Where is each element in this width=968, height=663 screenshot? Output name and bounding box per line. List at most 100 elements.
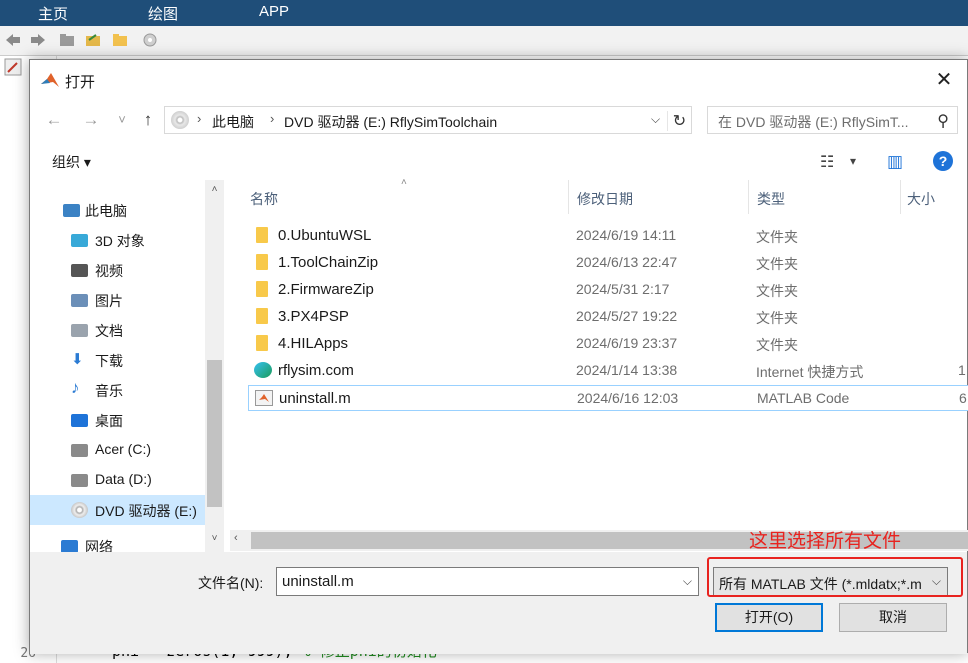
command-bar: 组织 ▾ ☷ ▾ ▥ ? <box>30 142 967 180</box>
desktop-icon <box>71 414 88 427</box>
sidebar-item-[interactable]: 文档 <box>30 315 223 345</box>
sidebar-item-[interactable]: 桌面 <box>30 405 223 435</box>
folder-icon <box>256 308 268 324</box>
scroll-left-icon[interactable]: ‹ <box>234 532 238 544</box>
folder-icon <box>256 281 268 297</box>
navigation-pane-scrollbar[interactable]: ˄ ˅ <box>205 180 224 552</box>
file-name: 3.PX4PSP <box>278 308 349 325</box>
edit-pencil-icon[interactable] <box>4 58 22 76</box>
column-header-name[interactable]: 名称 ˄ <box>230 177 569 214</box>
cancel-button[interactable]: 取消 <box>839 603 947 632</box>
sidebar-item-label: 图片 <box>95 293 123 309</box>
sidebar-item-[interactable]: 视频 <box>30 255 223 285</box>
address-dropdown-icon[interactable]: ⌵ <box>651 112 667 127</box>
organize-button[interactable]: 组织 ▾ <box>52 152 91 172</box>
forward-arrow-icon[interactable] <box>29 31 47 49</box>
search-icon[interactable]: ⚲ <box>937 111 949 131</box>
chevron-down-icon[interactable]: ⌵ <box>683 574 692 589</box>
file-list: 名称 ˄ 修改日期 类型 大小 0.UbuntuWSL 2024/6/19 14:… <box>230 177 968 531</box>
file-name: rflysim.com <box>278 362 354 379</box>
column-header-date[interactable]: 修改日期 <box>569 180 749 214</box>
close-icon[interactable]: ✕ <box>921 60 967 100</box>
sidebar-item-3d[interactable]: 3D 对象 <box>30 225 223 255</box>
computer-icon <box>63 204 80 217</box>
breadcrumb-this-pc[interactable]: 此电脑 <box>212 112 254 132</box>
filename-field[interactable]: uninstall.m ⌵ <box>276 567 699 596</box>
matlab-file-icon <box>255 390 273 406</box>
refresh-icon[interactable]: ↻ <box>667 111 691 131</box>
file-row[interactable]: 0.UbuntuWSL 2024/6/19 14:11 文件夹 <box>248 223 968 249</box>
scrollbar-thumb[interactable] <box>207 360 222 507</box>
gear-icon[interactable] <box>141 31 159 49</box>
ribbon-tab-home[interactable]: 主页 <box>38 3 68 24</box>
filename-value[interactable]: uninstall.m <box>282 573 354 590</box>
cube-icon <box>71 234 88 247</box>
sidebar-item-[interactable]: 图片 <box>30 285 223 315</box>
network-icon <box>61 540 78 552</box>
up-folder-icon[interactable] <box>58 31 76 49</box>
file-type: 文件夹 <box>756 337 798 353</box>
up-button[interactable]: ↑ <box>136 108 160 132</box>
browse-folder-icon[interactable] <box>84 31 102 49</box>
sidebar-item-label: 下载 <box>95 353 123 369</box>
file-row[interactable]: rflysim.com 2024/1/14 13:38 Internet 快捷方式 1 <box>248 358 968 384</box>
column-header-size[interactable]: 大小 <box>901 180 968 214</box>
sidebar-item-label: 网络 <box>85 539 113 552</box>
breadcrumb-separator[interactable]: › <box>270 111 274 126</box>
sidebar-item-[interactable]: 网络 <box>30 531 223 552</box>
sidebar-item-label: Data (D:) <box>95 471 152 487</box>
recent-locations-button[interactable]: ˅ <box>110 108 134 132</box>
music-icon: ♪ <box>71 378 80 397</box>
sidebar-item-[interactable]: 此电脑 <box>30 195 223 225</box>
breadcrumb-separator[interactable]: › <box>197 111 201 126</box>
file-size: 6 <box>959 390 967 406</box>
file-row[interactable]: 1.ToolChainZip 2024/6/13 22:47 文件夹 <box>248 250 968 276</box>
forward-button[interactable]: → <box>79 108 103 132</box>
back-button[interactable]: ← <box>42 108 66 132</box>
drive-icon <box>71 444 88 457</box>
file-type: Internet 快捷方式 <box>756 364 864 380</box>
address-bar[interactable]: › 此电脑 › DVD 驱动器 (E:) RflySimToolchain ⌵ … <box>164 106 692 134</box>
file-row[interactable]: 3.PX4PSP 2024/5/27 19:22 文件夹 <box>248 304 968 330</box>
sidebar-item-[interactable]: ⬇ 下载 <box>30 345 223 375</box>
column-header-type[interactable]: 类型 <box>749 180 901 214</box>
matlab-address-toolbar: ▸ E: ▸ <box>0 26 968 73</box>
sidebar-item-dvd-e[interactable]: DVD 驱动器 (E:) <box>30 495 223 525</box>
open-button[interactable]: 打开(O) <box>715 603 823 632</box>
sort-ascending-icon: ˄ <box>401 177 407 188</box>
dvd-icon <box>171 111 189 129</box>
matlab-ribbon: 主页 绘图 APP <box>0 0 968 26</box>
download-icon: ⬇ <box>71 351 84 368</box>
document-icon <box>71 324 88 337</box>
scroll-up-icon[interactable]: ˄ <box>205 184 224 195</box>
file-type: 文件夹 <box>756 283 798 299</box>
sidebar-item-data-d[interactable]: Data (D:) <box>30 465 223 495</box>
filename-label: 文件名(N): <box>198 575 264 591</box>
file-name: 1.ToolChainZip <box>278 254 379 271</box>
view-dropdown-icon[interactable]: ▾ <box>850 154 856 168</box>
dialog-titlebar[interactable]: 打开 ✕ <box>30 60 967 100</box>
file-row[interactable]: uninstall.m 2024/6/16 12:03 MATLAB Code 6 <box>248 385 968 411</box>
file-name: uninstall.m <box>279 390 351 407</box>
ribbon-tab-apps[interactable]: APP <box>259 3 289 20</box>
ribbon-tab-plots[interactable]: 绘图 <box>148 3 178 24</box>
sidebar-item-[interactable]: ♪ 音乐 <box>30 375 223 405</box>
open-folder-icon[interactable] <box>111 31 129 49</box>
video-icon <box>71 264 88 277</box>
view-options-icon[interactable]: ☷ <box>820 152 834 172</box>
search-box[interactable]: 在 DVD 驱动器 (E:) RflySimT... ⚲ <box>707 106 958 134</box>
file-type: 文件夹 <box>756 229 798 245</box>
folder-icon <box>256 335 268 351</box>
file-row[interactable]: 4.HILApps 2024/6/19 23:37 文件夹 <box>248 331 968 357</box>
file-row[interactable]: 2.FirmwareZip 2024/5/31 2:17 文件夹 <box>248 277 968 303</box>
file-date: 2024/5/31 2:17 <box>576 281 670 297</box>
sidebar-item-acer-c[interactable]: Acer (C:) <box>30 435 223 465</box>
search-input[interactable]: 在 DVD 驱动器 (E:) RflySimT... <box>718 112 930 132</box>
breadcrumb-dvd-drive[interactable]: DVD 驱动器 (E:) RflySimToolchain <box>284 112 497 132</box>
back-arrow-icon[interactable] <box>4 31 22 49</box>
edge-shortcut-icon <box>254 362 272 378</box>
help-icon[interactable]: ? <box>933 151 953 171</box>
file-date: 2024/6/13 22:47 <box>576 254 678 270</box>
scroll-down-icon[interactable]: ˅ <box>205 533 224 544</box>
preview-pane-icon[interactable]: ▥ <box>887 152 903 172</box>
